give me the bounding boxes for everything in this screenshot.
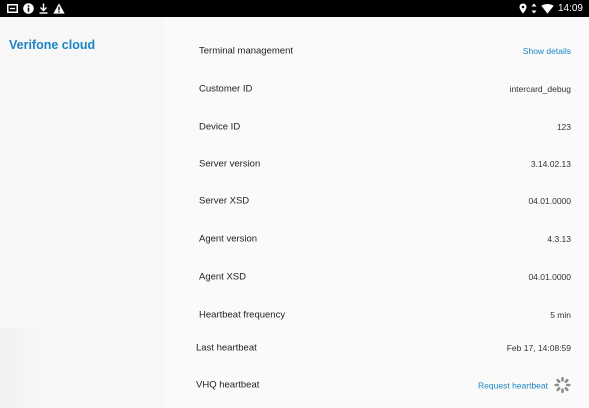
row-label: Heartbeat frequency	[199, 309, 286, 321]
info-icon	[23, 3, 34, 14]
show-details-link[interactable]: Show details	[523, 46, 571, 56]
row-label: VHQ heartbeat	[196, 379, 260, 391]
sidebar-shadow	[0, 328, 42, 408]
request-heartbeat-label: Request heartbeat	[478, 380, 548, 390]
notification-box-icon	[7, 4, 18, 13]
row-label: Agent XSD	[199, 271, 246, 283]
row-vhq-heartbeat: VHQ heartbeat Request heartbeat	[165, 368, 589, 402]
row-server-version: Server version 3.14.02.13	[165, 147, 589, 181]
row-label: Customer ID	[199, 83, 253, 95]
row-last-heartbeat: Last heartbeat Feb 17, 14:08:59	[165, 331, 589, 365]
last-heartbeat-value: Feb 17, 14:08:59	[506, 343, 571, 353]
row-label: Server version	[199, 158, 261, 170]
status-icons-left	[7, 2, 65, 15]
agent-xsd-value: 04.01.0000	[528, 272, 571, 282]
data-transfer-icon	[531, 3, 537, 14]
device-id-value: 123	[556, 122, 571, 132]
row-server-xsd: Server XSD 04.01.0000	[165, 184, 589, 218]
row-agent-xsd: Agent XSD 04.01.0000	[165, 260, 589, 294]
wifi-icon	[541, 3, 554, 14]
row-label: Terminal management	[199, 45, 293, 57]
row-label: Last heartbeat	[196, 342, 257, 354]
server-version-value: 3.14.02.13	[530, 159, 571, 169]
row-label: Device ID	[199, 121, 241, 133]
row-label: Server XSD	[199, 195, 250, 207]
row-customer-id: Customer ID intercard_debug	[165, 72, 589, 106]
status-time: 14:09	[557, 3, 583, 14]
location-icon	[519, 3, 527, 14]
sidebar: Verifone cloud	[0, 17, 165, 408]
loading-spinner-icon	[554, 376, 571, 394]
server-xsd-value: 04.01.0000	[528, 196, 571, 206]
row-label: Agent version	[199, 233, 258, 245]
status-bar: 14:09	[0, 0, 589, 17]
row-agent-version: Agent version 4.3.13	[165, 222, 589, 256]
terminal-info-list: Terminal management Show details Custome…	[165, 17, 589, 408]
row-heartbeat-frequency: Heartbeat frequency 5 min	[165, 298, 589, 332]
row-device-id: Device ID 123	[165, 110, 589, 144]
customer-id-value: intercard_debug	[509, 84, 571, 94]
request-heartbeat-button[interactable]: Request heartbeat	[478, 376, 571, 394]
download-icon	[39, 3, 48, 14]
warning-icon	[53, 3, 65, 14]
status-icons-right: 14:09	[519, 2, 583, 15]
row-terminal-management: Terminal management Show details	[165, 34, 589, 68]
agent-version-value: 4.3.13	[547, 234, 571, 244]
heartbeat-frequency-value: 5 min	[550, 310, 571, 320]
app-title: Verifone cloud	[9, 38, 96, 52]
